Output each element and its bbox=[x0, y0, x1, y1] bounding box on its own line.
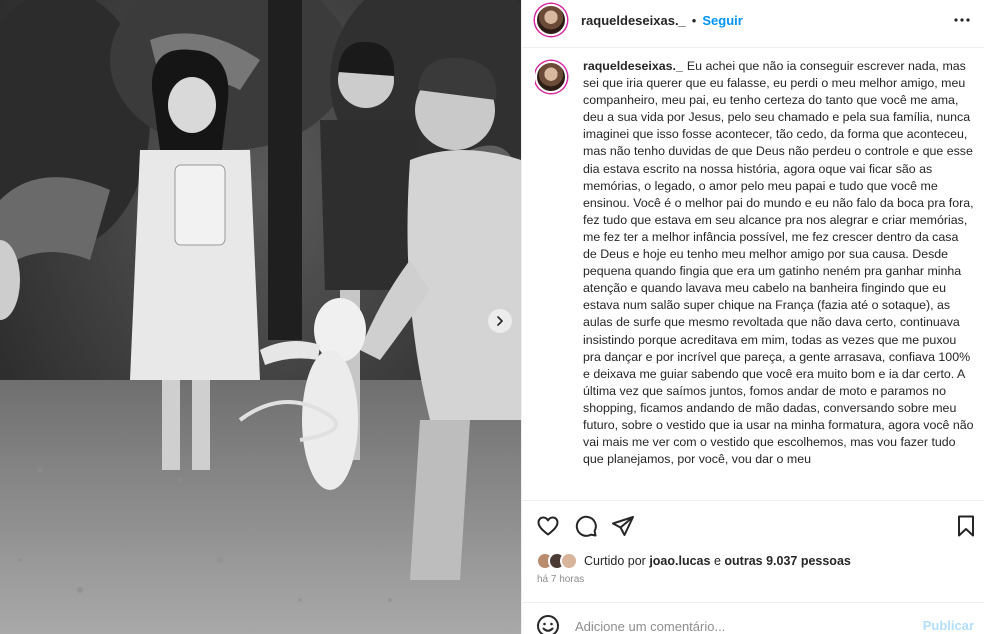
author-avatar[interactable] bbox=[535, 4, 567, 36]
comment-input[interactable] bbox=[575, 617, 905, 634]
comment-icon bbox=[575, 515, 597, 537]
more-horizontal-icon bbox=[954, 18, 970, 22]
post-side-panel: raqueldeseixas._ • Seguir raqueldeseixas… bbox=[522, 0, 984, 634]
save-button[interactable] bbox=[954, 514, 978, 538]
likes-connector: e bbox=[713, 554, 721, 568]
post-actions bbox=[522, 500, 984, 548]
emoji-icon bbox=[537, 615, 559, 634]
header-separator: • bbox=[691, 12, 697, 28]
caption-scroll-area[interactable]: raqueldeseixas._ Eu achei que não ia cons… bbox=[535, 58, 975, 499]
share-button[interactable] bbox=[611, 514, 635, 538]
publish-button[interactable]: Publicar bbox=[923, 618, 974, 633]
comment-divider bbox=[522, 602, 984, 603]
post-timestamp[interactable]: há 7 horas bbox=[537, 574, 584, 585]
likes-count-link[interactable]: outras 9.037 pessoas bbox=[724, 554, 850, 568]
heart-icon bbox=[537, 516, 559, 536]
follow-button[interactable]: Seguir bbox=[702, 13, 742, 28]
comment-button[interactable] bbox=[574, 514, 598, 538]
more-options-button[interactable] bbox=[952, 10, 972, 30]
caption-username[interactable]: raqueldeseixas._ bbox=[583, 59, 683, 73]
caption: raqueldeseixas._ Eu achei que não ia cons… bbox=[583, 58, 975, 468]
post-photo-image bbox=[0, 0, 521, 634]
bookmark-icon bbox=[958, 515, 974, 537]
comment-bar: Publicar bbox=[522, 608, 984, 634]
caption-author-avatar[interactable] bbox=[535, 61, 567, 93]
likes-prefix: Curtido por bbox=[584, 554, 646, 568]
emoji-button[interactable] bbox=[536, 614, 560, 634]
carousel-next-button[interactable] bbox=[488, 309, 512, 333]
caption-body: Eu achei que não ia conseguir escrever n… bbox=[583, 59, 974, 467]
liker-username[interactable]: joao.lucas bbox=[649, 554, 710, 568]
post-photo[interactable] bbox=[0, 0, 521, 634]
likes-summary: Curtido por joao.lucas e outras 9.037 pe… bbox=[536, 551, 851, 571]
send-icon bbox=[612, 516, 634, 536]
author-username[interactable]: raqueldeseixas._ bbox=[581, 13, 686, 28]
chevron-right-icon bbox=[497, 316, 503, 326]
post-header: raqueldeseixas._ • Seguir bbox=[522, 0, 984, 40]
likes-text: Curtido por joao.lucas e outras 9.037 pe… bbox=[584, 554, 851, 568]
header-divider bbox=[522, 47, 984, 48]
like-button[interactable] bbox=[536, 514, 560, 538]
liker-avatar[interactable] bbox=[560, 552, 578, 570]
